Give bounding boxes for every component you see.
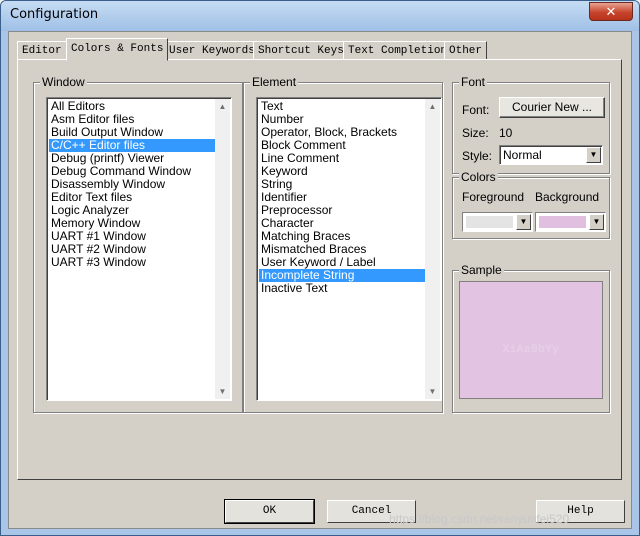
font-size-value: 10 bbox=[499, 126, 513, 140]
element-group-label: Element bbox=[250, 75, 299, 89]
font-style-select[interactable]: Normal ▼ bbox=[499, 145, 603, 165]
window-list-items: All Editors Asm Editor files Build Output … bbox=[49, 100, 215, 269]
element-list-item[interactable]: Inactive Text bbox=[259, 282, 425, 295]
watermark-text: https://blog.csdn.net/ranyunfei520 bbox=[389, 512, 570, 526]
window-listbox[interactable]: All Editors Asm Editor files Build Output … bbox=[46, 97, 232, 401]
tab-other[interactable]: Other bbox=[444, 41, 488, 60]
element-listbox[interactable]: Text Number Operator, Block, Brackets Block… bbox=[256, 97, 442, 401]
tab-editor[interactable]: Editor bbox=[17, 41, 67, 60]
scroll-down-icon[interactable]: ▼ bbox=[425, 384, 440, 399]
ok-button[interactable]: OK bbox=[224, 499, 315, 524]
dropdown-arrow-icon[interactable]: ▼ bbox=[589, 214, 604, 230]
font-group: Font Font: Courier New ... Size: 10 Styl… bbox=[452, 75, 610, 174]
element-list-items: Text Number Operator, Block, Brackets Block… bbox=[259, 100, 425, 295]
foreground-label: Foreground bbox=[462, 190, 525, 204]
close-icon: ✕ bbox=[605, 4, 617, 19]
tab-text-completion[interactable]: Text Completion bbox=[343, 41, 453, 60]
foreground-color-picker[interactable]: ▼ bbox=[462, 212, 533, 232]
background-color-swatch bbox=[539, 216, 586, 228]
size-label: Size: bbox=[462, 126, 489, 140]
sample-group-label: Sample bbox=[459, 263, 504, 277]
element-list-scrollbar[interactable]: ▲ ▼ bbox=[425, 99, 440, 399]
dialog-client-area: Editor Colors & Fonts User Keywords Shor… bbox=[8, 31, 632, 529]
window-title: Configuration bbox=[10, 7, 99, 22]
window-list-item[interactable]: UART #3 Window bbox=[49, 256, 215, 269]
close-button[interactable]: ✕ bbox=[589, 2, 633, 21]
window-group: Window All Editors Asm Editor files Build … bbox=[33, 75, 243, 413]
font-group-label: Font bbox=[459, 75, 488, 89]
tab-shortcut-keys[interactable]: Shortcut Keys bbox=[253, 41, 349, 60]
configuration-dialog: Configuration ✕ Editor Colors & Fonts Us… bbox=[0, 0, 640, 536]
scroll-up-icon[interactable]: ▲ bbox=[425, 99, 440, 114]
tab-user-keywords[interactable]: User Keywords bbox=[164, 41, 260, 60]
sample-preview: XiAaBbYy bbox=[459, 281, 603, 399]
element-group: Element Text Number Operator, Block, Brack… bbox=[243, 75, 443, 413]
font-select-button[interactable]: Courier New ... bbox=[499, 97, 605, 118]
tab-colors-fonts[interactable]: Colors & Fonts bbox=[66, 38, 169, 61]
tab-panel-colors-fonts: Window All Editors Asm Editor files Build … bbox=[17, 59, 622, 480]
window-list-scrollbar[interactable]: ▲ ▼ bbox=[215, 99, 230, 399]
style-label: Style: bbox=[462, 149, 493, 163]
title-bar[interactable]: Configuration ✕ bbox=[1, 1, 639, 31]
colors-group-label: Colors bbox=[459, 170, 498, 184]
window-group-label: Window bbox=[40, 75, 87, 89]
font-style-value: Normal bbox=[503, 148, 542, 162]
sample-text: XiAaBbYy bbox=[502, 344, 560, 356]
scroll-up-icon[interactable]: ▲ bbox=[215, 99, 230, 114]
foreground-color-swatch bbox=[466, 216, 513, 228]
background-color-picker[interactable]: ▼ bbox=[535, 212, 606, 232]
scroll-down-icon[interactable]: ▼ bbox=[215, 384, 230, 399]
sample-group: Sample XiAaBbYy bbox=[452, 263, 610, 413]
chevron-down-icon[interactable]: ▼ bbox=[586, 147, 601, 163]
background-label: Background bbox=[535, 190, 600, 204]
dropdown-arrow-icon[interactable]: ▼ bbox=[516, 214, 531, 230]
colors-group: Colors Foreground Background ▼ ▼ bbox=[452, 170, 610, 239]
font-label: Font: bbox=[462, 103, 490, 117]
